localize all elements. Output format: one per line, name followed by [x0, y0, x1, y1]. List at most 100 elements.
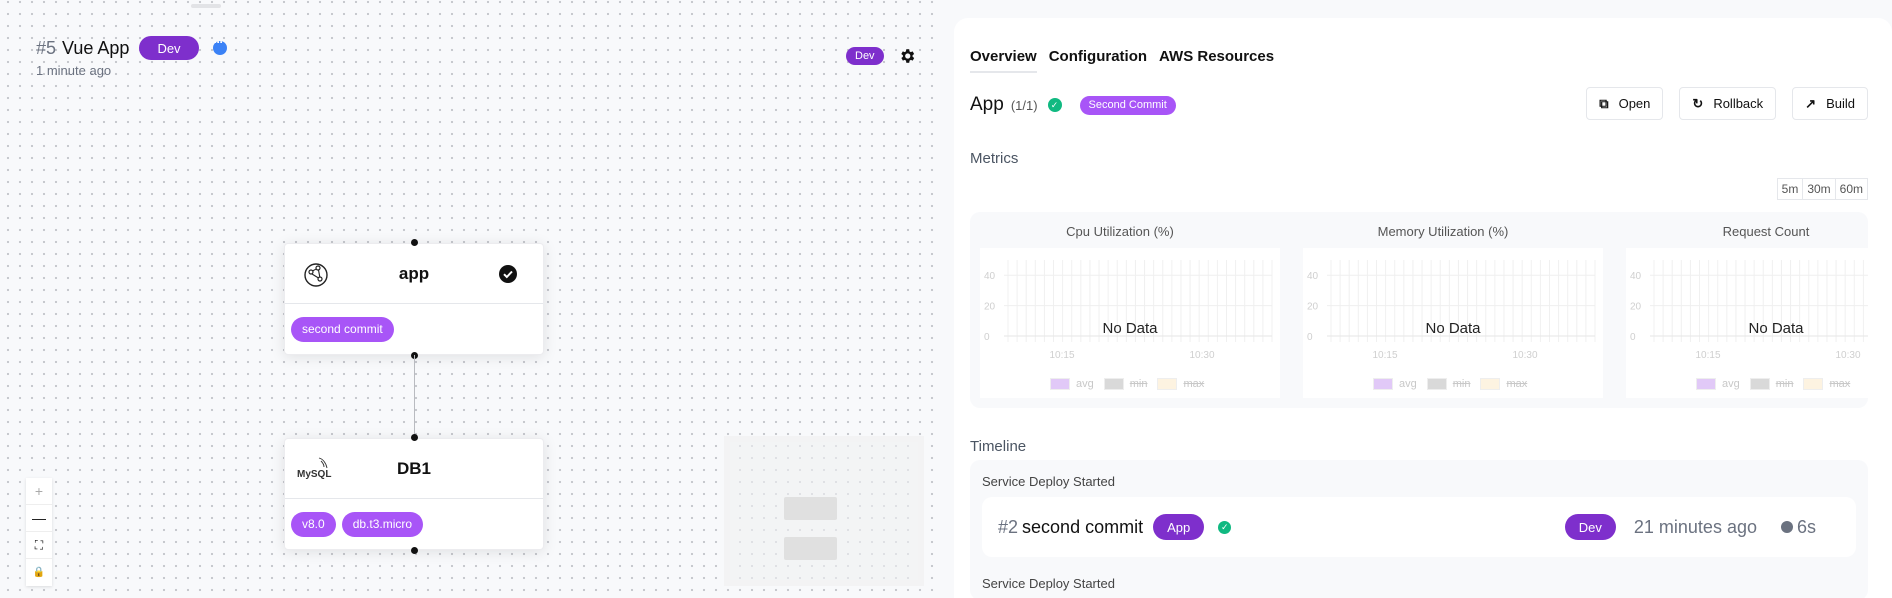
gear-icon[interactable]: [898, 47, 916, 65]
timeline-event-type: Service Deploy Started: [982, 474, 1115, 489]
legend-label-min[interactable]: min: [1453, 378, 1471, 390]
legend-swatch-min[interactable]: [1426, 378, 1447, 390]
x-tick-label: 10:15: [1695, 350, 1720, 361]
project-updated-time: 1 minute ago: [36, 63, 112, 78]
node-header: app: [285, 244, 543, 304]
cpu-chart: Cpu Utilization (%) 0 20 40 10:15 10:30 No D…: [970, 212, 1280, 408]
rollback-button[interactable]: ↻ Rollback: [1679, 87, 1777, 120]
no-data-label: No Data: [1425, 320, 1481, 337]
service-node-app[interactable]: app second commit: [284, 239, 544, 359]
project-header: #5 Vue App Dev: [36, 35, 227, 60]
minimap-node-db1: [784, 537, 837, 560]
request-count-chart: Request Count 0 20 40 10:15 10:30 No Data av…: [1616, 212, 1868, 408]
open-button[interactable]: ⧉ Open: [1586, 87, 1664, 120]
timeline-event-type: Service Deploy Started: [982, 576, 1115, 591]
timeline-item[interactable]: #2 second commit App ✓ Dev 21 minutes ag…: [982, 497, 1856, 557]
rollback-icon: ↻: [1692, 95, 1704, 111]
node-header: MySQL DB1: [285, 439, 543, 499]
zoom-out-button[interactable]: —: [26, 505, 52, 532]
legend-label-max[interactable]: max: [1829, 378, 1850, 390]
open-button-label: Open: [1618, 96, 1651, 111]
legend-label-min[interactable]: min: [1776, 378, 1794, 390]
commit-badge: Second Commit: [1079, 95, 1176, 115]
chart-body: 0 20 40 10:15 10:30 No Data avg min max: [1626, 248, 1868, 398]
zoom-in-button[interactable]: +: [26, 478, 52, 505]
instance-count: (1/1): [1010, 97, 1038, 113]
deploy-message: second commit: [1022, 516, 1144, 537]
commit-tag: second commit: [291, 316, 394, 342]
chart-body: 0 20 40 10:15 10:30 No Data avg min max: [980, 248, 1280, 398]
clock-icon: [1780, 521, 1793, 533]
lock-button[interactable]: 🔒: [26, 559, 52, 586]
chart-title: Memory Utilization (%): [1377, 224, 1509, 239]
service-actions: ⧉ Open ↻ Rollback ↗ Build: [1586, 87, 1868, 120]
legend-swatch-avg[interactable]: [1050, 378, 1070, 390]
y-tick-label: 20: [984, 302, 996, 313]
project-number: #5: [36, 37, 57, 58]
node-tags: second commit: [285, 304, 543, 354]
legend-swatch-min[interactable]: [1749, 378, 1770, 390]
environment-badge[interactable]: Dev: [139, 36, 199, 60]
legend-label-avg[interactable]: avg: [1076, 378, 1094, 390]
legend-swatch-min[interactable]: [1103, 378, 1124, 390]
node-output-handle[interactable]: [411, 547, 418, 554]
legend-label-min[interactable]: min: [1130, 378, 1148, 390]
deploy-number: #2: [998, 516, 1019, 537]
service-canvas[interactable]: #5 Vue App Dev 1 minute ago Dev app se: [0, 0, 940, 598]
chart-title: Cpu Utilization (%): [1066, 224, 1174, 239]
range-5m[interactable]: 5m: [1778, 179, 1804, 199]
y-tick-label: 20: [1307, 302, 1319, 313]
legend-swatch-max[interactable]: [1157, 378, 1178, 390]
legend-label-max[interactable]: max: [1506, 378, 1527, 390]
x-tick-label: 10:30: [1189, 350, 1214, 361]
build-button[interactable]: ↗ Build: [1792, 87, 1868, 120]
connection-edge: [414, 355, 415, 435]
y-tick-label: 40: [1630, 271, 1642, 282]
y-tick-label: 40: [1307, 271, 1319, 282]
success-check-icon: ✓: [1218, 520, 1232, 534]
x-tick-label: 10:15: [1049, 350, 1074, 361]
fit-view-button[interactable]: ⛶: [26, 532, 52, 559]
service-node-db1[interactable]: MySQL DB1 v8.0 db.t3.micro: [284, 434, 544, 554]
zoom-controls: + — ⛶ 🔒: [26, 478, 52, 586]
x-tick-label: 10:30: [1512, 350, 1537, 361]
service-summary: App (1/1) ✓ Second Commit: [970, 94, 1176, 116]
legend-swatch-max[interactable]: [1803, 378, 1824, 390]
tab-overview[interactable]: Overview: [970, 48, 1037, 73]
memory-chart: Memory Utilization (%) 0 20 40 10:15 10:30 N…: [1293, 212, 1603, 408]
metrics-charts: Cpu Utilization (%) 0 20 40 10:15 10:30 No D…: [970, 212, 1868, 408]
y-tick-label: 20: [1630, 302, 1642, 313]
environment-badge: Dev: [1564, 514, 1616, 540]
legend-label-avg[interactable]: avg: [1399, 378, 1417, 390]
check-circle-icon: [499, 265, 517, 283]
legend-label-avg[interactable]: avg: [1722, 378, 1740, 390]
chart-title: Request Count: [1722, 224, 1810, 239]
minimap[interactable]: [724, 436, 924, 586]
legend-label-max[interactable]: max: [1183, 378, 1204, 390]
deploy-time-ago: 21 minutes ago: [1633, 516, 1757, 537]
version-tag: v8.0: [291, 511, 336, 537]
external-link-icon: ⧉: [1599, 95, 1609, 111]
panel-drag-handle[interactable]: [191, 4, 221, 8]
more-options-icon[interactable]: [212, 35, 227, 55]
minimap-node-app: [784, 497, 837, 520]
node-title: DB1: [396, 458, 431, 478]
range-30m[interactable]: 30m: [1803, 179, 1836, 199]
environment-selector[interactable]: Dev: [846, 47, 884, 65]
tab-aws-resources[interactable]: AWS Resources: [1159, 48, 1274, 73]
metrics-heading: Metrics: [970, 150, 1019, 167]
deploy-duration: 6s: [1796, 516, 1816, 537]
success-check-icon: ✓: [1047, 98, 1062, 112]
build-button-label: Build: [1826, 96, 1855, 111]
legend-swatch-avg[interactable]: [1696, 378, 1716, 390]
service-name: App: [970, 94, 1004, 115]
x-tick-label: 10:30: [1835, 350, 1860, 361]
panel-tabs: Overview Configuration AWS Resources: [970, 48, 1274, 73]
y-tick-label: 40: [984, 271, 996, 282]
legend-swatch-max[interactable]: [1480, 378, 1501, 390]
range-60m[interactable]: 60m: [1836, 179, 1867, 199]
rollback-button-label: Rollback: [1713, 96, 1764, 111]
x-tick-label: 10:15: [1372, 350, 1397, 361]
legend-swatch-avg[interactable]: [1373, 378, 1393, 390]
tab-configuration[interactable]: Configuration: [1049, 48, 1147, 73]
